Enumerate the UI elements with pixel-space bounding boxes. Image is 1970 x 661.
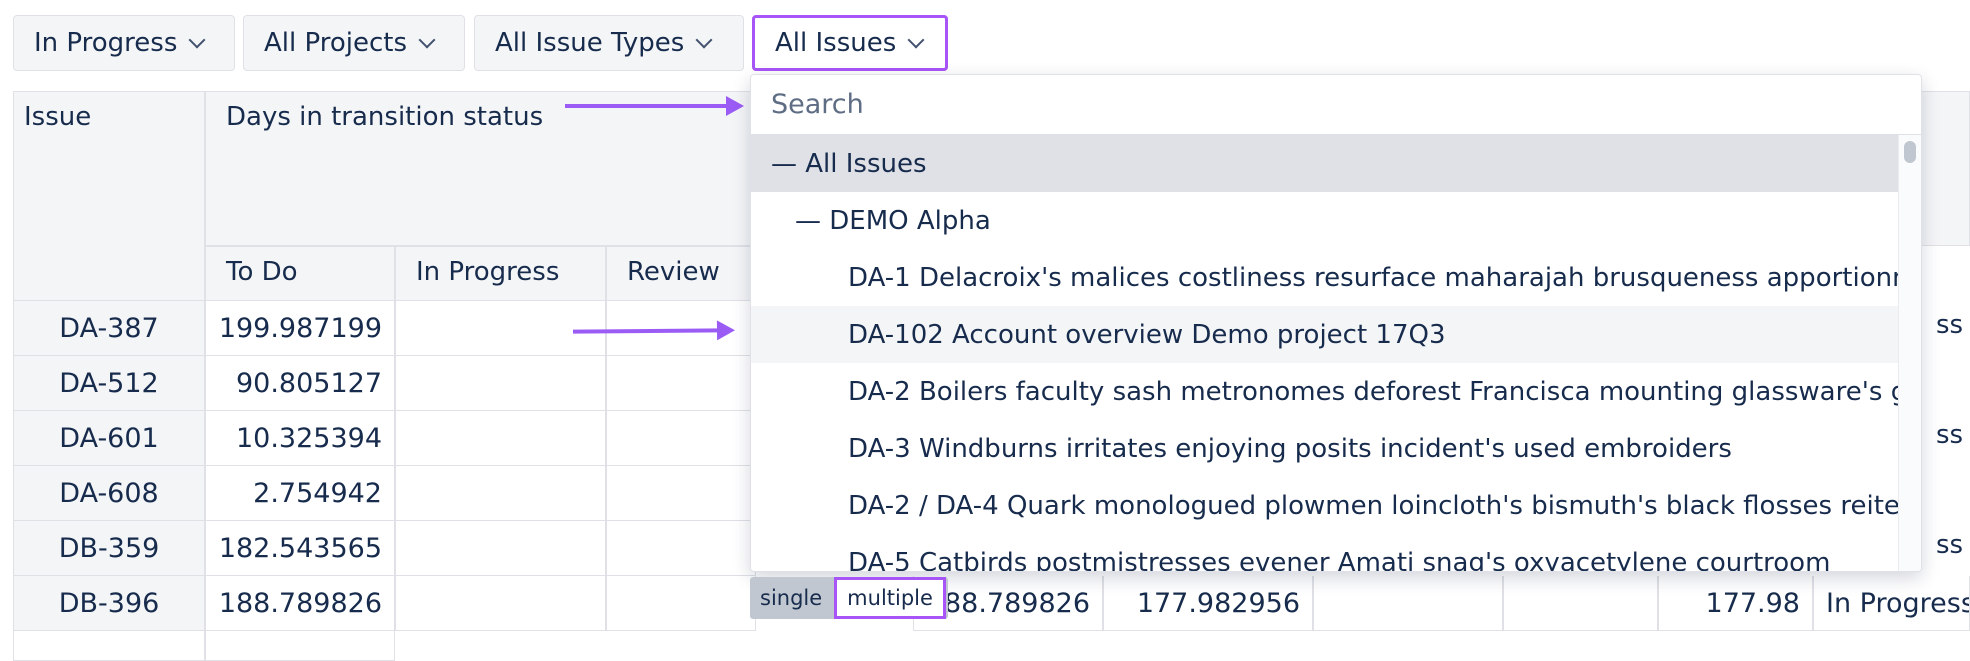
table-cell	[606, 521, 756, 576]
table-cell-edge: ss	[1936, 310, 1964, 340]
table-row-issue[interactable]: DA-387	[13, 301, 205, 356]
table-cell	[1313, 576, 1503, 631]
table-cell-todo: 199.987199	[205, 301, 395, 356]
issues-dropdown: — All Issues — DEMO Alpha DA-1 Delacroix…	[750, 74, 1922, 572]
table-row-issue[interactable]: DB-359	[13, 521, 205, 576]
table-cell	[395, 411, 606, 466]
chevron-down-icon	[907, 31, 925, 49]
table-cell-status: In Progress	[1813, 576, 1970, 631]
search-input[interactable]	[751, 75, 1921, 135]
table-cell-todo: 2.754942	[205, 466, 395, 521]
table-row-issue[interactable]	[13, 631, 205, 661]
list-item[interactable]: DA-2 Boilers faculty sash metronomes def…	[751, 363, 1921, 420]
table-cell	[395, 576, 606, 631]
table-cell	[395, 301, 606, 356]
table-cell-todo: 188.789826	[205, 576, 395, 631]
table-row-issue[interactable]: DA-601	[13, 411, 205, 466]
header-review: Review	[606, 246, 756, 301]
list-item[interactable]: DA-5 Catbirds postmistresses evener Amat…	[751, 534, 1921, 572]
header-issue: Issue	[13, 91, 205, 301]
issues-filter-label: All Issues	[775, 28, 897, 58]
table-cell-edge: ss	[1936, 530, 1964, 560]
table-cell: 177.982956	[1103, 576, 1313, 631]
chevron-down-icon	[418, 31, 436, 49]
scrollbar-thumb[interactable]	[1904, 141, 1916, 163]
option-label: DA-2 Boilers faculty sash metronomes def…	[848, 376, 1921, 407]
table-cell	[395, 356, 606, 411]
option-label: DA-5 Catbirds postmistresses evener Amat…	[848, 547, 1831, 572]
status-filter-label: In Progress	[34, 28, 178, 58]
header-in-progress: In Progress	[395, 246, 606, 301]
issue-type-filter-label: All Issue Types	[495, 28, 685, 58]
table-cell-todo: 10.325394	[205, 411, 395, 466]
project-filter-button[interactable]: All Projects	[243, 15, 465, 71]
option-demo-alpha[interactable]: — DEMO Alpha	[751, 192, 1921, 249]
project-filter-label: All Projects	[264, 28, 407, 58]
list-item[interactable]: DA-1 Delacroix's malices costliness resu…	[751, 249, 1921, 306]
status-filter-button[interactable]: In Progress	[13, 15, 235, 71]
option-label: — All Issues	[771, 148, 927, 179]
table-cell	[606, 411, 756, 466]
chevron-down-icon	[188, 31, 206, 49]
list-item[interactable]: DA-102 Account overview Demo project 17Q…	[751, 306, 1921, 363]
issue-option-list: — All Issues — DEMO Alpha DA-1 Delacroix…	[751, 135, 1921, 571]
option-label: DA-3 Windburns irritates enjoying posits…	[848, 433, 1732, 464]
table-cell-todo: 90.805127	[205, 356, 395, 411]
single-mode-button[interactable]: single	[750, 580, 832, 616]
table-cell	[1503, 576, 1658, 631]
table-cell	[606, 576, 756, 631]
dropdown-scrollbar[interactable]	[1898, 135, 1921, 571]
option-label: DA-102 Account overview Demo project 17Q…	[848, 319, 1446, 350]
table-cell	[395, 466, 606, 521]
table-cell	[205, 631, 395, 661]
table-cell	[606, 466, 756, 521]
table-row-issue[interactable]: DB-396	[13, 576, 205, 631]
table-cell	[395, 521, 606, 576]
chevron-down-icon	[695, 31, 713, 49]
table-cell-edge: ss	[1936, 420, 1964, 450]
option-label: DA-1 Delacroix's malices costliness resu…	[848, 262, 1921, 293]
annotation-arrow	[565, 96, 744, 116]
option-label: DA-2 / DA-4 Quark monologued plowmen loi…	[848, 490, 1921, 521]
list-item[interactable]: DA-2 / DA-4 Quark monologued plowmen loi…	[751, 477, 1921, 534]
table-row-issue[interactable]: DA-608	[13, 466, 205, 521]
issues-filter-button[interactable]: All Issues	[752, 15, 948, 71]
table-cell: 177.98	[1658, 576, 1813, 631]
selection-mode-toggle: single multiple	[750, 577, 948, 619]
list-item[interactable]: DA-3 Windburns irritates enjoying posits…	[751, 420, 1921, 477]
table-cell	[606, 356, 756, 411]
table-row-issue[interactable]: DA-512	[13, 356, 205, 411]
option-label: — DEMO Alpha	[795, 205, 991, 236]
header-todo: To Do	[205, 246, 395, 301]
issue-type-filter-button[interactable]: All Issue Types	[474, 15, 744, 71]
table-cell-todo: 182.543565	[205, 521, 395, 576]
multiple-mode-button[interactable]: multiple	[834, 577, 946, 619]
option-all-issues[interactable]: — All Issues	[751, 135, 1921, 192]
